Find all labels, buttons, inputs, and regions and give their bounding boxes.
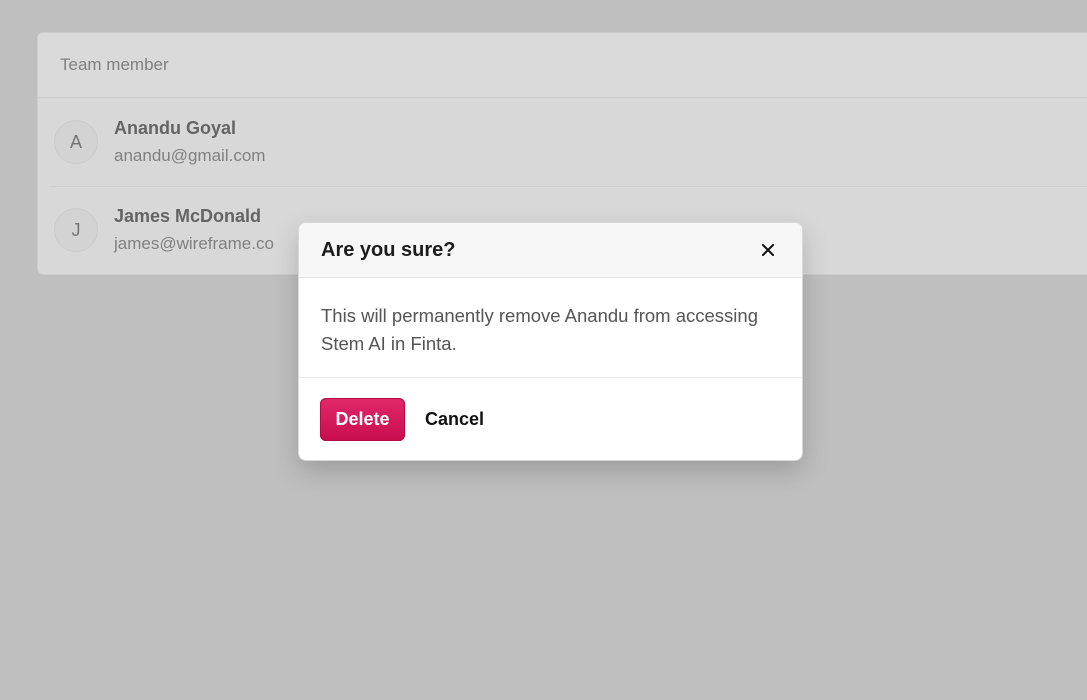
- cancel-button[interactable]: Cancel: [425, 409, 484, 430]
- dialog-header: Are you sure?: [299, 223, 802, 278]
- dialog-title: Are you sure?: [321, 238, 456, 261]
- close-icon: [762, 244, 774, 256]
- close-button[interactable]: [756, 238, 780, 262]
- dialog-footer: Delete Cancel: [299, 378, 802, 460]
- dialog-body: This will permanently remove Anandu from…: [299, 278, 802, 378]
- delete-button[interactable]: Delete: [320, 398, 405, 441]
- dialog-message: This will permanently remove Anandu from…: [321, 305, 758, 354]
- confirm-delete-dialog: Are you sure? This will permanently remo…: [298, 222, 803, 461]
